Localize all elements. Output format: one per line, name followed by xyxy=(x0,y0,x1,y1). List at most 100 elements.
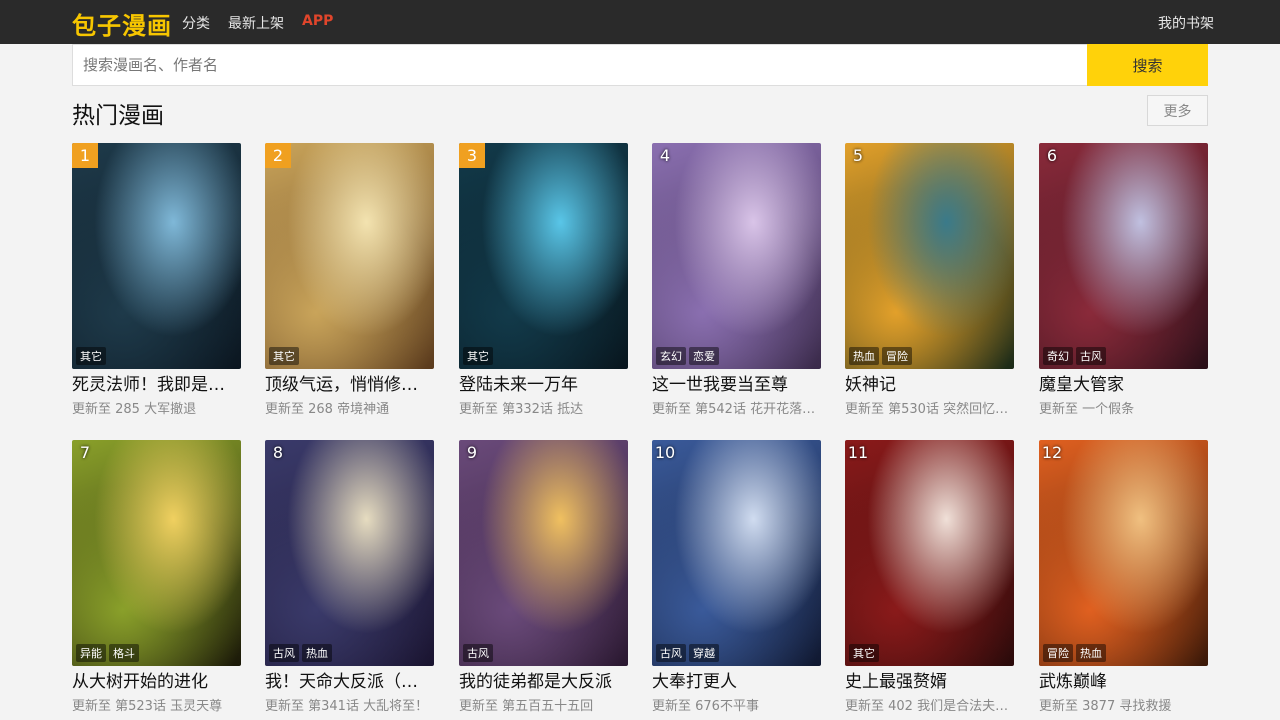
genre-tags: 异能 格斗 xyxy=(76,644,139,662)
latest-chapter[interactable]: 更新至 285 大军撤退 xyxy=(72,398,241,417)
my-bookshelf-link[interactable]: 我的书架 xyxy=(1158,13,1214,33)
rank-badge: 2 xyxy=(265,143,291,168)
top-navbar: 包子漫画 分类 最新上架 APP 我的书架 xyxy=(0,0,1280,44)
cover-image xyxy=(845,440,1014,666)
cover-image xyxy=(265,440,434,666)
comic-card[interactable]: 6 奇幻 古风魔皇大管家 更新至 一个假条 xyxy=(1039,143,1208,417)
comic-card[interactable]: 10 古风 穿越大奉打更人 更新至 676不平事 xyxy=(652,440,821,714)
comic-title[interactable]: 顶级气运，悄悄修炼千年 xyxy=(265,373,434,397)
cover-image xyxy=(459,143,628,369)
comic-card[interactable]: 9 古风我的徒弟都是大反派 更新至 第五百五十五回 xyxy=(459,440,628,714)
cover-image xyxy=(72,440,241,666)
comic-card[interactable]: 1 其它死灵法师！我即是天灾 更新至 285 大军撤退 xyxy=(72,143,241,417)
latest-chapter[interactable]: 更新至 676不平事 xyxy=(652,695,821,714)
nav-new-releases[interactable]: 最新上架 xyxy=(228,13,284,33)
comic-title[interactable]: 大奉打更人 xyxy=(652,670,821,694)
comic-title[interactable]: 我！天命大反派（第二季） xyxy=(265,670,434,694)
comic-cover[interactable]: 7 异能 格斗 xyxy=(72,440,241,666)
genre-tags: 古风 热血 xyxy=(269,644,332,662)
genre-tags: 玄幻 恋爱 xyxy=(656,347,719,365)
comic-cover[interactable]: 1 其它 xyxy=(72,143,241,369)
comic-cover[interactable]: 3 其它 xyxy=(459,143,628,369)
comic-title[interactable]: 史上最强赘婿 xyxy=(845,670,1014,694)
comic-cover[interactable]: 11 其它 xyxy=(845,440,1014,666)
cover-image xyxy=(845,143,1014,369)
genre-tags: 奇幻 古风 xyxy=(1043,347,1106,365)
rank-badge: 7 xyxy=(79,443,91,462)
comic-title[interactable]: 魔皇大管家 xyxy=(1039,373,1208,397)
site-logo[interactable]: 包子漫画 xyxy=(72,6,172,41)
comic-title[interactable]: 妖神记 xyxy=(845,373,1014,397)
genre-tags: 古风 xyxy=(463,644,493,662)
rank-badge: 9 xyxy=(466,443,478,462)
comic-card[interactable]: 12 冒险 热血武炼巅峰 更新至 3877 寻找救援 xyxy=(1039,440,1208,714)
genre-tag: 穿越 xyxy=(689,644,719,662)
latest-chapter[interactable]: 更新至 3877 寻找救援 xyxy=(1039,695,1208,714)
genre-tag: 其它 xyxy=(463,347,493,365)
nav-app[interactable]: APP xyxy=(302,13,333,29)
genre-tag: 热血 xyxy=(849,347,879,365)
latest-chapter[interactable]: 更新至 第341话 大乱将至！ xyxy=(265,695,434,714)
rank-badge: 1 xyxy=(72,143,98,168)
comic-card[interactable]: 3 其它登陆未来一万年 更新至 第332话 抵达 xyxy=(459,143,628,417)
comic-cover[interactable]: 5 热血 冒险 xyxy=(845,143,1014,369)
comic-cover[interactable]: 8 古风 热血 xyxy=(265,440,434,666)
rank-badge: 4 xyxy=(659,146,671,165)
comic-cover[interactable]: 12 冒险 热血 xyxy=(1039,440,1208,666)
genre-tag: 其它 xyxy=(849,644,879,662)
genre-tag: 格斗 xyxy=(109,644,139,662)
rank-badge: 5 xyxy=(852,146,864,165)
comic-card[interactable]: 2 其它顶级气运，悄悄修炼千年 更新至 268 帝境神通 xyxy=(265,143,434,417)
genre-tag: 其它 xyxy=(269,347,299,365)
comic-cover[interactable]: 4 玄幻 恋爱 xyxy=(652,143,821,369)
genre-tag: 玄幻 xyxy=(656,347,686,365)
comic-card[interactable]: 4 玄幻 恋爱这一世我要当至尊 更新至 第542话 花开花落时节 xyxy=(652,143,821,417)
latest-chapter[interactable]: 更新至 402 我们是合法夫妻了 xyxy=(845,695,1014,714)
comic-cover[interactable]: 10 古风 穿越 xyxy=(652,440,821,666)
genre-tag: 古风 xyxy=(463,644,493,662)
latest-chapter[interactable]: 更新至 268 帝境神通 xyxy=(265,398,434,417)
cover-image xyxy=(1039,440,1208,666)
latest-chapter[interactable]: 更新至 第五百五十五回 xyxy=(459,695,628,714)
comic-cover[interactable]: 2 其它 xyxy=(265,143,434,369)
genre-tags: 热血 冒险 xyxy=(849,347,912,365)
rank-badge: 3 xyxy=(459,143,485,168)
section-title: 热门漫画 xyxy=(72,103,164,129)
rank-badge: 12 xyxy=(1041,443,1063,462)
comic-card[interactable]: 11 其它史上最强赘婿 更新至 402 我们是合法夫妻了 xyxy=(845,440,1014,714)
cover-image xyxy=(459,440,628,666)
comic-title[interactable]: 从大树开始的进化 xyxy=(72,670,241,694)
rank-badge: 11 xyxy=(847,443,869,462)
comic-title[interactable]: 死灵法师！我即是天灾 xyxy=(72,373,241,397)
latest-chapter[interactable]: 更新至 第332话 抵达 xyxy=(459,398,628,417)
cover-image xyxy=(72,143,241,369)
cover-image xyxy=(265,143,434,369)
latest-chapter[interactable]: 更新至 第530话 突然回忆起的过往 xyxy=(845,398,1014,417)
genre-tag: 古风 xyxy=(656,644,686,662)
search-input[interactable] xyxy=(73,45,1088,85)
comic-title[interactable]: 登陆未来一万年 xyxy=(459,373,628,397)
genre-tags: 其它 xyxy=(463,347,493,365)
comic-title[interactable]: 我的徒弟都是大反派 xyxy=(459,670,628,694)
comic-card[interactable]: 5 热血冒险妖神记更新至 第530话 突然回忆起的过往 xyxy=(845,143,1014,417)
latest-chapter[interactable]: 更新至 第523话 玉灵天尊 xyxy=(72,695,241,714)
comic-title[interactable]: 武炼巅峰 xyxy=(1039,670,1208,694)
genre-tag: 热血 xyxy=(1076,644,1106,662)
comic-card[interactable]: 8 古风热血我！天命大反派（第二季）更新至 第341话 大乱将至！ xyxy=(265,440,434,714)
comic-cover[interactable]: 6 奇幻 古风 xyxy=(1039,143,1208,369)
latest-chapter[interactable]: 更新至 第542话 花开花落时节 xyxy=(652,398,821,417)
genre-tags: 冒险 热血 xyxy=(1043,644,1106,662)
cover-image xyxy=(652,440,821,666)
genre-tag: 古风 xyxy=(1076,347,1106,365)
comic-cover[interactable]: 9 古风 xyxy=(459,440,628,666)
genre-tag: 古风 xyxy=(269,644,299,662)
more-button[interactable]: 更多 xyxy=(1147,95,1208,126)
cover-image xyxy=(1039,143,1208,369)
genre-tags: 其它 xyxy=(849,644,879,662)
latest-chapter[interactable]: 更新至 一个假条 xyxy=(1039,398,1208,417)
comic-card[interactable]: 7 异能 格斗从大树开始的进化 更新至 第523话 玉灵天尊 xyxy=(72,440,241,714)
comic-title[interactable]: 这一世我要当至尊 xyxy=(652,373,821,397)
search-button[interactable]: 搜索 xyxy=(1087,44,1208,86)
rank-badge: 6 xyxy=(1046,146,1058,165)
nav-category[interactable]: 分类 xyxy=(182,13,210,33)
